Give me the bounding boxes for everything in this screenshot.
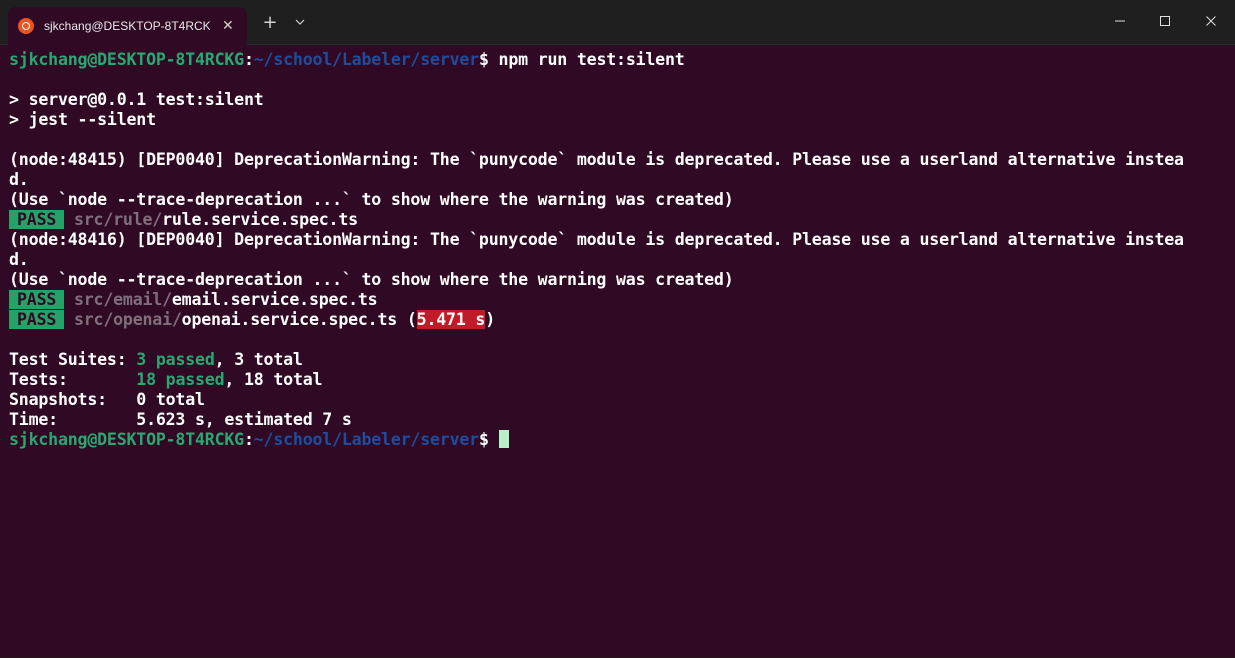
- pass-badge: PASS: [9, 290, 65, 309]
- test-file: rule.service.spec.ts: [162, 210, 358, 229]
- maximize-button[interactable]: [1142, 0, 1188, 42]
- slow-test-time: 5.471 s: [416, 310, 486, 329]
- tests-passed: 18 passed: [136, 370, 225, 389]
- warning-line: d.: [9, 170, 29, 189]
- test-result-row: PASS src/email/email.service.spec.ts: [9, 290, 1235, 310]
- prompt-user-host: sjkchang@DESKTOP-8T4RCKG: [9, 430, 244, 449]
- maximize-icon: [1160, 16, 1170, 26]
- terminal-output[interactable]: sjkchang@DESKTOP-8T4RCKG:~/school/Labele…: [0, 46, 1235, 658]
- suites-total: , 3 total: [214, 350, 303, 369]
- summary-suites: Test Suites: 3 passed, 3 total: [9, 350, 1235, 370]
- title-bar: sjkchang@DESKTOP-8T4RCKG ✕ +: [0, 0, 1235, 45]
- prompt-dollar: $: [478, 50, 489, 69]
- test-dir: src/email/: [73, 290, 172, 309]
- command-line: sjkchang@DESKTOP-8T4RCKG:~/school/Labele…: [9, 50, 1235, 70]
- test-file: openai.service.spec.ts: [181, 310, 398, 329]
- test-dir: src/openai/: [73, 310, 182, 329]
- test-result-row: PASS src/rule/rule.service.spec.ts: [9, 210, 1235, 230]
- prompt-colon: :: [243, 430, 254, 449]
- minimize-icon: [1115, 20, 1125, 22]
- tab-dropdown-button[interactable]: [289, 12, 311, 34]
- suites-label: Test Suites:: [9, 350, 137, 369]
- script-line: > server@0.0.1 test:silent: [9, 90, 264, 109]
- suites-passed: 3 passed: [136, 350, 215, 369]
- tab-title: sjkchang@DESKTOP-8T4RCKG: [44, 19, 210, 33]
- command-text: npm run test:silent: [488, 50, 685, 69]
- summary-tests: Tests: 18 passed, 18 total: [9, 370, 1235, 390]
- test-dir: src/rule/: [73, 210, 163, 229]
- tests-label: Tests:: [9, 370, 137, 389]
- prompt-line[interactable]: sjkchang@DESKTOP-8T4RCKG:~/school/Labele…: [9, 430, 1235, 450]
- chevron-down-icon: [295, 19, 305, 25]
- prompt-path: ~/school/Labeler/server: [253, 430, 479, 449]
- test-result-row: PASS src/openai/openai.service.spec.ts (…: [9, 310, 1235, 330]
- test-file: email.service.spec.ts: [171, 290, 378, 309]
- close-icon: [1206, 16, 1216, 26]
- text-cursor: [498, 430, 509, 448]
- terminal-tab[interactable]: sjkchang@DESKTOP-8T4RCKG ✕: [8, 7, 247, 45]
- ubuntu-icon: [18, 18, 34, 34]
- warning-line: (node:48416) [DEP0040] DeprecationWarnin…: [9, 230, 1184, 249]
- prompt-colon: :: [243, 50, 254, 69]
- prompt-dollar: $: [478, 430, 489, 449]
- tab-close-button[interactable]: ✕: [222, 18, 234, 34]
- warning-line: (Use `node --trace-deprecation ...` to s…: [9, 270, 734, 289]
- pass-badge: PASS: [9, 210, 65, 229]
- summary-time: Time: 5.623 s, estimated 7 s: [9, 410, 352, 429]
- pass-badge: PASS: [9, 310, 65, 329]
- new-tab-button[interactable]: +: [259, 12, 281, 34]
- paren-close: ): [485, 310, 495, 329]
- warning-line: d.: [9, 250, 29, 269]
- close-window-button[interactable]: [1188, 0, 1234, 42]
- summary-snapshots: Snapshots: 0 total: [9, 390, 205, 409]
- warning-line: (Use `node --trace-deprecation ...` to s…: [9, 190, 734, 209]
- minimize-button[interactable]: [1097, 0, 1143, 42]
- script-line: > jest --silent: [9, 110, 156, 129]
- prompt-path: ~/school/Labeler/server: [253, 50, 479, 69]
- prompt-user-host: sjkchang@DESKTOP-8T4RCKG: [9, 50, 244, 69]
- warning-line: (node:48415) [DEP0040] DeprecationWarnin…: [9, 150, 1184, 169]
- tests-total: , 18 total: [224, 370, 323, 389]
- paren-open: (: [397, 310, 417, 329]
